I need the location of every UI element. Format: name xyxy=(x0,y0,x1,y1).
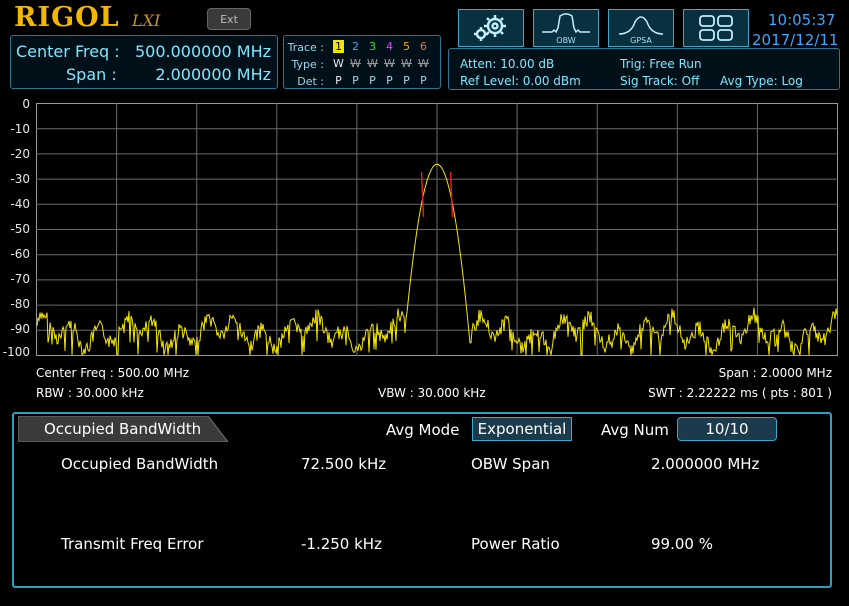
obw-marker-line xyxy=(420,171,425,217)
trace-det-5: P xyxy=(403,74,410,87)
frequency-panel[interactable]: Center Freq : 500.000000 MHz Span : 2.00… xyxy=(10,35,278,89)
transmit-freq-error-value: -1.250 kHz xyxy=(301,535,382,553)
y-tick: -90 xyxy=(10,322,30,336)
trace-type-3: W xyxy=(367,57,378,70)
gpsa-button[interactable]: GPSA xyxy=(608,9,674,47)
y-tick: -60 xyxy=(10,247,30,261)
y-tick: -10 xyxy=(10,122,30,136)
status-panel[interactable]: Atten: 10.00 dB Ref Level: 0.00 dBm Trig… xyxy=(448,48,840,90)
lxi-logo: LXI xyxy=(132,11,161,30)
avg-type-text: Avg Type: Log xyxy=(720,74,803,88)
y-tick: -30 xyxy=(10,172,30,186)
obw-label: Occupied BandWidth xyxy=(61,455,219,473)
trace-det-2: P xyxy=(352,74,359,87)
obw-value: 72.500 kHz xyxy=(301,455,387,473)
spectrum-plot[interactable] xyxy=(36,103,838,356)
rbw-readout: RBW : 30.000 kHz xyxy=(36,386,144,400)
avg-mode-button[interactable]: Exponential xyxy=(472,417,572,441)
gpsa-label: GPSA xyxy=(630,36,652,45)
gpsa-spectrum-icon xyxy=(618,16,664,35)
atten-text: Atten: 10.00 dB xyxy=(460,57,555,71)
trace-det-4: P xyxy=(386,74,393,87)
det-label: Det : xyxy=(297,75,324,88)
y-tick: -80 xyxy=(10,297,30,311)
type-label: Type : xyxy=(291,58,324,71)
gear-icon xyxy=(474,15,506,41)
transmit-freq-error-label: Transmit Freq Error xyxy=(61,535,204,553)
obw-span-value: 2.000000 MHz xyxy=(651,455,760,473)
trace-types: W W W W W W xyxy=(330,57,432,70)
trace-type-6: W xyxy=(418,57,429,70)
trace-label: Trace : xyxy=(287,41,324,54)
avg-num-label: Avg Num xyxy=(601,421,669,439)
trace-type-4: W xyxy=(384,57,395,70)
trace-type-2: W xyxy=(350,57,361,70)
power-ratio-value: 99.00 % xyxy=(651,535,713,553)
trace-det-1: P xyxy=(335,74,342,87)
ext-button[interactable]: Ext xyxy=(207,8,251,30)
span-value[interactable]: 2.000000 MHz xyxy=(131,65,271,84)
plot-grid xyxy=(36,103,838,356)
trace-numbers: 1 2 3 4 5 6 xyxy=(330,40,432,53)
center-freq-value[interactable]: 500.000000 MHz xyxy=(131,42,271,61)
trace-type-1: W xyxy=(333,57,344,70)
y-tick: -40 xyxy=(10,197,30,211)
obw-marker-line xyxy=(449,171,454,217)
trace-3[interactable]: 3 xyxy=(364,40,381,53)
trace-1[interactable]: 1 xyxy=(333,40,344,53)
trace-panel[interactable]: Trace : Type : Det : 1 2 3 4 5 6 W W W W… xyxy=(283,35,441,89)
trace-2[interactable]: 2 xyxy=(347,40,364,53)
y-tick: -20 xyxy=(10,147,30,161)
trig-text: Trig: Free Run xyxy=(620,57,702,71)
y-tick: 0 xyxy=(22,97,30,111)
clock-date: 2017/12/11 xyxy=(752,31,839,49)
trace-det-3: P xyxy=(369,74,376,87)
center-freq-readout: Center Freq : 500.00 MHz xyxy=(36,366,190,380)
sig-track-text: Sig Track: Off xyxy=(620,74,700,88)
trace-dets: P P P P P P xyxy=(330,74,432,87)
avg-num-button[interactable]: 10/10 xyxy=(677,417,777,441)
tab-occupied-bandwidth[interactable]: Occupied BandWidth xyxy=(44,420,201,438)
obw-spectrum-icon xyxy=(542,13,590,34)
rigol-logo: RIGOL xyxy=(14,2,120,33)
layout-button[interactable] xyxy=(683,9,749,47)
settings-button[interactable] xyxy=(458,9,524,47)
center-freq-label: Center Freq : xyxy=(16,42,120,61)
swt-readout: SWT : 2.22222 ms ( pts : 801 ) xyxy=(648,386,832,400)
y-tick: -70 xyxy=(10,272,30,286)
ref-level-text: Ref Level: 0.00 dBm xyxy=(460,74,581,88)
trace-6[interactable]: 6 xyxy=(415,40,432,53)
obw-label: OBW xyxy=(556,36,576,45)
trace-det-6: P xyxy=(420,74,427,87)
trace-5[interactable]: 5 xyxy=(398,40,415,53)
span-label: Span : xyxy=(66,65,117,84)
obw-button[interactable]: OBW xyxy=(533,9,599,47)
clock-time: 10:05:37 xyxy=(768,11,836,29)
span-readout: Span : 2.0000 MHz xyxy=(718,366,832,380)
avg-mode-label: Avg Mode xyxy=(386,421,460,439)
y-tick: -100 xyxy=(2,345,30,359)
power-ratio-label: Power Ratio xyxy=(471,535,560,553)
trace-4[interactable]: 4 xyxy=(381,40,398,53)
obw-span-label: OBW Span xyxy=(471,455,550,473)
y-tick: -50 xyxy=(10,222,30,236)
trace-type-5: W xyxy=(401,57,412,70)
vbw-readout: VBW : 30.000 kHz xyxy=(378,386,486,400)
grid-layout-icon xyxy=(699,15,733,41)
